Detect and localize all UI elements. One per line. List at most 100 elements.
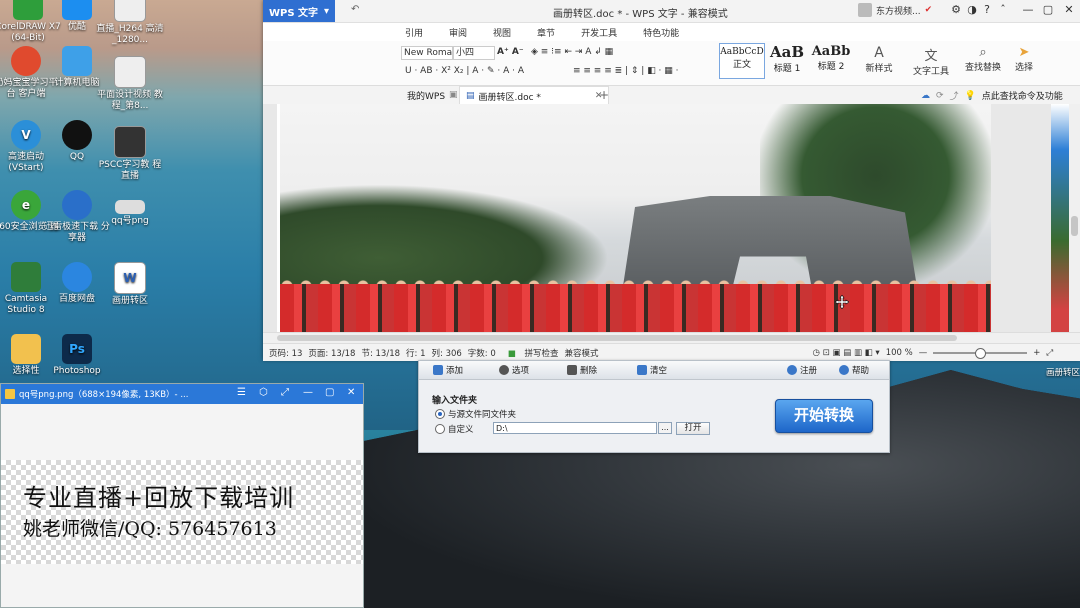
browser-360-icon: e xyxy=(11,190,41,220)
desktop-icon-video-2[interactable]: 平面设计视频 教程_第8... xyxy=(96,56,164,112)
font-name-select[interactable]: New Roma xyxy=(401,46,453,60)
desktop-icon-qq-png[interactable]: qq号png xyxy=(96,200,164,227)
zoom-slider[interactable] xyxy=(933,347,1028,359)
tab-review[interactable]: 审阅 xyxy=(449,26,467,39)
help-button[interactable]: 帮助 xyxy=(839,363,869,377)
document-page[interactable] xyxy=(277,104,991,332)
clear-format-icon[interactable]: ◈ ≡ ⁝≡ ⇤ ⇥ A ↲ ▦ xyxy=(531,47,613,57)
desktop-icon-label: qq号png xyxy=(111,216,149,226)
radio-same-folder[interactable]: 与源文件同文件夹 xyxy=(435,408,516,420)
minimize-button[interactable]: — xyxy=(303,387,313,398)
status-bar: 页码: 13 页面: 13/18 节: 13/18 行: 1 列: 306 字数… xyxy=(263,343,1080,361)
start-convert-button[interactable]: 开始转换 xyxy=(775,399,873,433)
radio-label: 与源文件同文件夹 xyxy=(448,410,517,420)
menu-icon[interactable]: ☰ xyxy=(237,387,246,398)
undo-icon[interactable]: ↶ xyxy=(351,4,359,15)
desktop-icon-photoshop[interactable]: Ps Photoshop xyxy=(43,334,111,377)
maximize-button[interactable]: ▢ xyxy=(325,387,334,398)
tab-features[interactable]: 特色功能 xyxy=(643,26,679,39)
viewer-title: qq号png.png（688×194像素, 13KB）- ... xyxy=(19,390,189,400)
transparent-image[interactable]: 专业直播+回放下载培训 姚老师微信/QQ: 576457613 xyxy=(1,460,363,564)
cloud-icon[interactable]: ☁ xyxy=(921,91,930,101)
maximize-button[interactable]: ▢ xyxy=(1039,3,1057,19)
delete-label: 删除 xyxy=(580,366,598,376)
style-heading-1[interactable]: AaB 标题 1 xyxy=(765,43,809,77)
fullscreen-icon[interactable]: ⤢ xyxy=(1046,348,1053,358)
viewer-canvas-bottom xyxy=(1,564,363,607)
clear-button[interactable]: 清空 xyxy=(637,363,667,377)
desktop-icon-pscc[interactable]: PSCC字习教 程直播 xyxy=(96,126,164,182)
style-heading-2[interactable]: AaBb 标题 2 xyxy=(809,43,853,77)
broom-icon xyxy=(637,365,647,375)
scroll-thumb[interactable] xyxy=(277,335,957,341)
vertical-scrollbar[interactable] xyxy=(1069,104,1080,332)
scroll-thumb[interactable] xyxy=(1071,216,1078,236)
minimize-button[interactable]: — xyxy=(1019,3,1037,19)
desktop-icon-label: Photoshop xyxy=(53,366,101,376)
find-replace-button[interactable]: ⌕ 查找替换 xyxy=(963,45,1003,73)
tab-references[interactable]: 引用 xyxy=(405,26,423,39)
trash-icon xyxy=(567,365,577,375)
font-size-select[interactable]: 小四 xyxy=(453,46,495,60)
style-preview: AaBbCcD xyxy=(720,47,764,57)
next-page-preview xyxy=(1051,104,1069,332)
text-tools-icon: 文 xyxy=(924,49,938,64)
doc-tab-my-wps[interactable]: 我的WPS ▣ xyxy=(401,86,464,104)
wps-menu-button[interactable]: WPS 文字 ▾ xyxy=(263,0,336,22)
close-button[interactable]: ✕ xyxy=(1060,3,1078,19)
window-title: 画册转区.doc * - WPS 文字 - 兼容模式 xyxy=(553,9,728,20)
text-tools-button[interactable]: 文 文字工具 xyxy=(909,45,953,77)
options-button[interactable]: 选项 xyxy=(499,363,529,377)
view-mode-icons[interactable]: ◷ ⊡ ▣ ▤ ▥ ◧ ▾ xyxy=(813,348,880,358)
spell-check-toggle[interactable]: ■ 拼写检查 xyxy=(502,347,559,359)
open-button[interactable]: 打开 xyxy=(676,422,710,435)
new-tab-icon[interactable]: + xyxy=(599,88,609,102)
gear-icon xyxy=(499,365,509,375)
cursor-arrow-icon: ➤ xyxy=(1018,45,1030,60)
desktop-icon-word-doc[interactable]: W 画册转区 xyxy=(96,262,164,307)
minimize-ribbon-icon[interactable]: ˆ xyxy=(994,3,1012,19)
add-button[interactable]: 添加 xyxy=(433,363,463,377)
new-style-button[interactable]: A 新样式 xyxy=(863,45,895,74)
close-button[interactable]: ✕ xyxy=(347,387,355,398)
doc-icon: ▤ xyxy=(466,91,475,101)
search-icon: ⌕ xyxy=(979,45,987,60)
tab-chapter[interactable]: 章节 xyxy=(537,26,555,39)
zoom-in-icon[interactable]: + xyxy=(1033,348,1040,358)
browse-button[interactable]: ... xyxy=(658,422,672,434)
register-button[interactable]: 注册 xyxy=(787,363,817,377)
doc-tab-label: 我的WPS xyxy=(407,91,446,102)
doc-tab-active[interactable]: ▤ 画册转区.doc * ✕ xyxy=(459,86,610,105)
status-pages: 页面: 13/18 xyxy=(308,348,356,359)
radio-custom-folder[interactable]: 自定义 xyxy=(435,423,474,435)
expand-icon[interactable]: ⤢ xyxy=(281,387,289,398)
add-label: 添加 xyxy=(446,366,464,376)
clear-label: 清空 xyxy=(650,366,668,376)
find-replace-label: 查找替换 xyxy=(964,63,1001,73)
sync-icon[interactable]: ⟳ xyxy=(936,91,944,101)
pin-icon[interactable]: ⬡ xyxy=(259,387,268,398)
help-icon xyxy=(839,365,849,375)
share-icon[interactable]: ⤴ xyxy=(950,89,959,102)
camtasia-icon xyxy=(11,262,41,292)
align-icons[interactable]: ≡ ≡ ≡ ≡ ≣ | ⇕ | ◧ · ▦ · xyxy=(573,66,679,76)
zoom-out-icon[interactable]: — xyxy=(919,348,928,358)
style-normal[interactable]: AaBbCcD 正文 xyxy=(719,43,765,79)
tab-close-icon[interactable]: ▣ xyxy=(449,90,458,100)
underline-icon[interactable]: U · AB · X² X₂ | A · ✎ · A · A xyxy=(405,66,524,76)
grow-font-icon[interactable]: A⁺ A⁻ xyxy=(497,47,524,57)
zoom-slider-knob[interactable] xyxy=(975,347,987,359)
command-search[interactable]: 点此查找命令及功能 xyxy=(982,89,1063,102)
info-icon xyxy=(787,365,797,375)
user-account[interactable]: 东方视频... ✔ xyxy=(858,3,932,17)
video-file-icon xyxy=(114,56,146,88)
delete-button[interactable]: 删除 xyxy=(567,363,597,377)
tab-view[interactable]: 视图 xyxy=(493,26,511,39)
select-button[interactable]: ➤ 选择 xyxy=(1009,45,1039,73)
tab-developer[interactable]: 开发工具 xyxy=(581,26,617,39)
desktop-icon-video-1[interactable]: 直播_H264 高清_1280... xyxy=(96,0,164,46)
zoom-level[interactable]: 100 % xyxy=(886,348,913,358)
folder-path-input[interactable]: D:\ xyxy=(493,422,657,434)
horizontal-scrollbar[interactable] xyxy=(263,332,1080,343)
spell-check-label: 拼写检查 xyxy=(524,348,559,359)
